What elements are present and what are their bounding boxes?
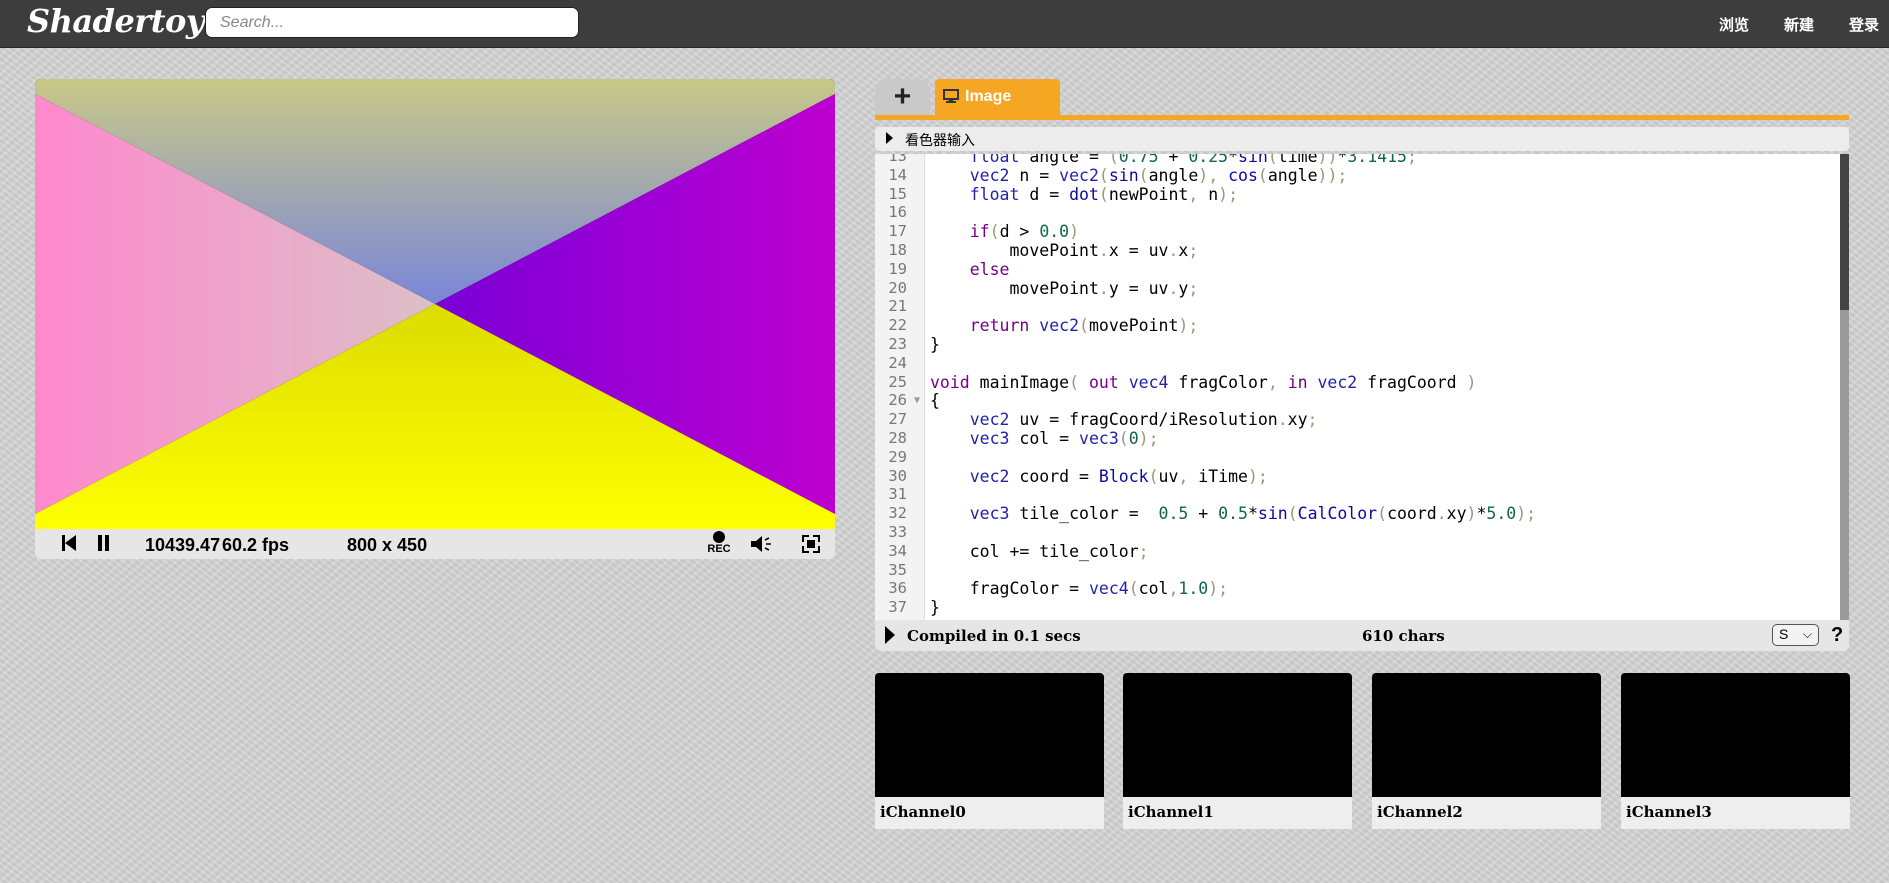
line-number: 25	[888, 372, 907, 391]
channel-3-preview[interactable]	[1621, 673, 1850, 797]
skip-back-icon[interactable]	[61, 534, 77, 557]
channel-3-label: iChannel3	[1621, 797, 1850, 829]
shader-canvas[interactable]	[35, 79, 835, 529]
line-number: 15	[888, 184, 907, 203]
channel-0[interactable]: iChannel0	[875, 673, 1104, 829]
monitor-icon	[943, 89, 959, 109]
line-number: 22	[888, 316, 907, 335]
fullscreen-icon[interactable]	[801, 534, 821, 559]
font-size-select-value: S	[1779, 626, 1789, 642]
line-number: 27	[888, 410, 907, 429]
code-line: return vec2(movePoint);	[969, 316, 1199, 336]
channel-0-label: iChannel0	[875, 797, 1104, 829]
tab-image[interactable]: Image	[935, 79, 1060, 115]
channel-3[interactable]: iChannel3	[1621, 673, 1850, 829]
line-number: 23	[888, 335, 907, 353]
line-number: 31	[888, 485, 907, 504]
code-line: fragColor = vec4(col,1.0);	[930, 579, 1229, 599]
player-controls: 10439.47 60.2 fps 800 x 450 REC	[35, 529, 835, 559]
editor-scrollbar[interactable]	[1840, 154, 1849, 620]
shader-player: 10439.47 60.2 fps 800 x 450 REC	[35, 79, 835, 559]
code-line: vec3 tile_color = 0.5 + 0.5*sin(CalColor…	[969, 504, 1537, 524]
line-number: 29	[888, 447, 907, 466]
code-line: else	[969, 259, 1010, 279]
line-number: 16	[888, 203, 907, 222]
line-number: 28	[888, 429, 907, 447]
rec-label: REC	[707, 543, 731, 555]
code-line: float angle = (0.75 + 0.25*sin(time))*3.…	[969, 154, 1417, 166]
record-button[interactable]: REC	[705, 531, 733, 555]
line-number: 24	[888, 353, 907, 372]
line-number: 30	[888, 466, 907, 485]
line-number: 13	[888, 154, 907, 165]
line-number: 34	[888, 541, 907, 560]
time-display: 10439.47	[145, 535, 221, 555]
top-bar: Shadertoy 浏览 新建 登录	[0, 0, 1889, 48]
tab-underline	[875, 115, 1849, 120]
line-number: 20	[888, 278, 907, 297]
compile-status-bar: Compiled in 0.1 secs 610 chars S ⌵ ?	[875, 620, 1849, 651]
code-line: if(d > 0.0)	[969, 222, 1080, 242]
volume-icon[interactable]	[749, 533, 773, 560]
search-input[interactable]	[205, 7, 579, 38]
nav-login[interactable]: 登录	[1849, 14, 1879, 35]
font-size-select[interactable]: S ⌵	[1772, 624, 1819, 646]
code-line: {	[930, 391, 940, 411]
compile-play-icon[interactable]	[885, 626, 895, 644]
code-line: vec3 col = vec3(0);	[969, 429, 1159, 448]
code-line: movePoint.y = uv.y;	[930, 278, 1199, 298]
record-icon	[713, 531, 725, 543]
line-number: 17	[888, 222, 907, 241]
line-number: 18	[888, 241, 907, 259]
line-number: 33	[888, 523, 907, 541]
line-number: 19	[888, 259, 907, 278]
code-line: vec2 uv = fragCoord/iResolution.xy;	[969, 410, 1318, 430]
code-line: vec2 n = vec2(sin(angle), cos(angle));	[969, 165, 1348, 185]
add-tab-button[interactable]: +	[875, 79, 930, 115]
channel-0-preview[interactable]	[875, 673, 1104, 797]
channel-1-preview[interactable]	[1123, 673, 1352, 797]
compile-status: Compiled in 0.1 secs	[907, 627, 1081, 645]
code-line: void mainImage( out vec4 fragColor, in v…	[930, 372, 1477, 392]
code-line: vec2 coord = Block(uv, iTime);	[969, 466, 1268, 486]
channel-1[interactable]: iChannel1	[1123, 673, 1352, 829]
line-number: 37	[888, 598, 907, 617]
code-line: float d = dot(newPoint, n);	[969, 184, 1239, 204]
shader-inputs-toggle[interactable]: 看色器输入	[875, 127, 1849, 151]
pause-icon[interactable]	[97, 534, 111, 557]
fold-arrow-icon[interactable]: ▼	[914, 395, 920, 406]
chevron-down-icon: ⌵	[1802, 627, 1812, 641]
line-number: 32	[888, 504, 907, 523]
nav-new[interactable]: 新建	[1784, 14, 1814, 35]
channel-1-label: iChannel1	[1123, 797, 1352, 829]
char-count: 610 chars	[1362, 627, 1445, 645]
editor-scrollbar-thumb[interactable]	[1840, 154, 1849, 310]
shader-inputs-label: 看色器输入	[905, 132, 975, 148]
fps-display: 60.2 fps	[222, 535, 290, 555]
code-editor-panel: + Image 看色器输入 13 float angle = (0.75 + 0…	[875, 79, 1849, 651]
expand-arrow-icon	[886, 132, 893, 144]
channel-2-preview[interactable]	[1372, 673, 1601, 797]
line-number: 35	[888, 560, 907, 579]
code-area[interactable]: 13 float angle = (0.75 + 0.25*sin(time))…	[875, 154, 1849, 620]
code-line: }	[930, 598, 940, 618]
line-number: 21	[888, 297, 907, 316]
channel-2-label: iChannel2	[1372, 797, 1601, 829]
line-number: 26	[888, 391, 907, 410]
line-number: 14	[888, 165, 907, 184]
code-line: movePoint.x = uv.x;	[930, 241, 1199, 260]
line-number: 36	[888, 579, 907, 598]
tab-image-label: Image	[965, 88, 1012, 105]
shadertoy-logo[interactable]: Shadertoy	[27, 2, 204, 40]
code-line: col += tile_color;	[930, 541, 1149, 561]
help-button[interactable]: ?	[1831, 624, 1843, 647]
code-line: }	[930, 335, 940, 354]
nav-browse[interactable]: 浏览	[1719, 14, 1749, 35]
resolution-display: 800 x 450	[347, 535, 428, 555]
channel-2[interactable]: iChannel2	[1372, 673, 1601, 829]
